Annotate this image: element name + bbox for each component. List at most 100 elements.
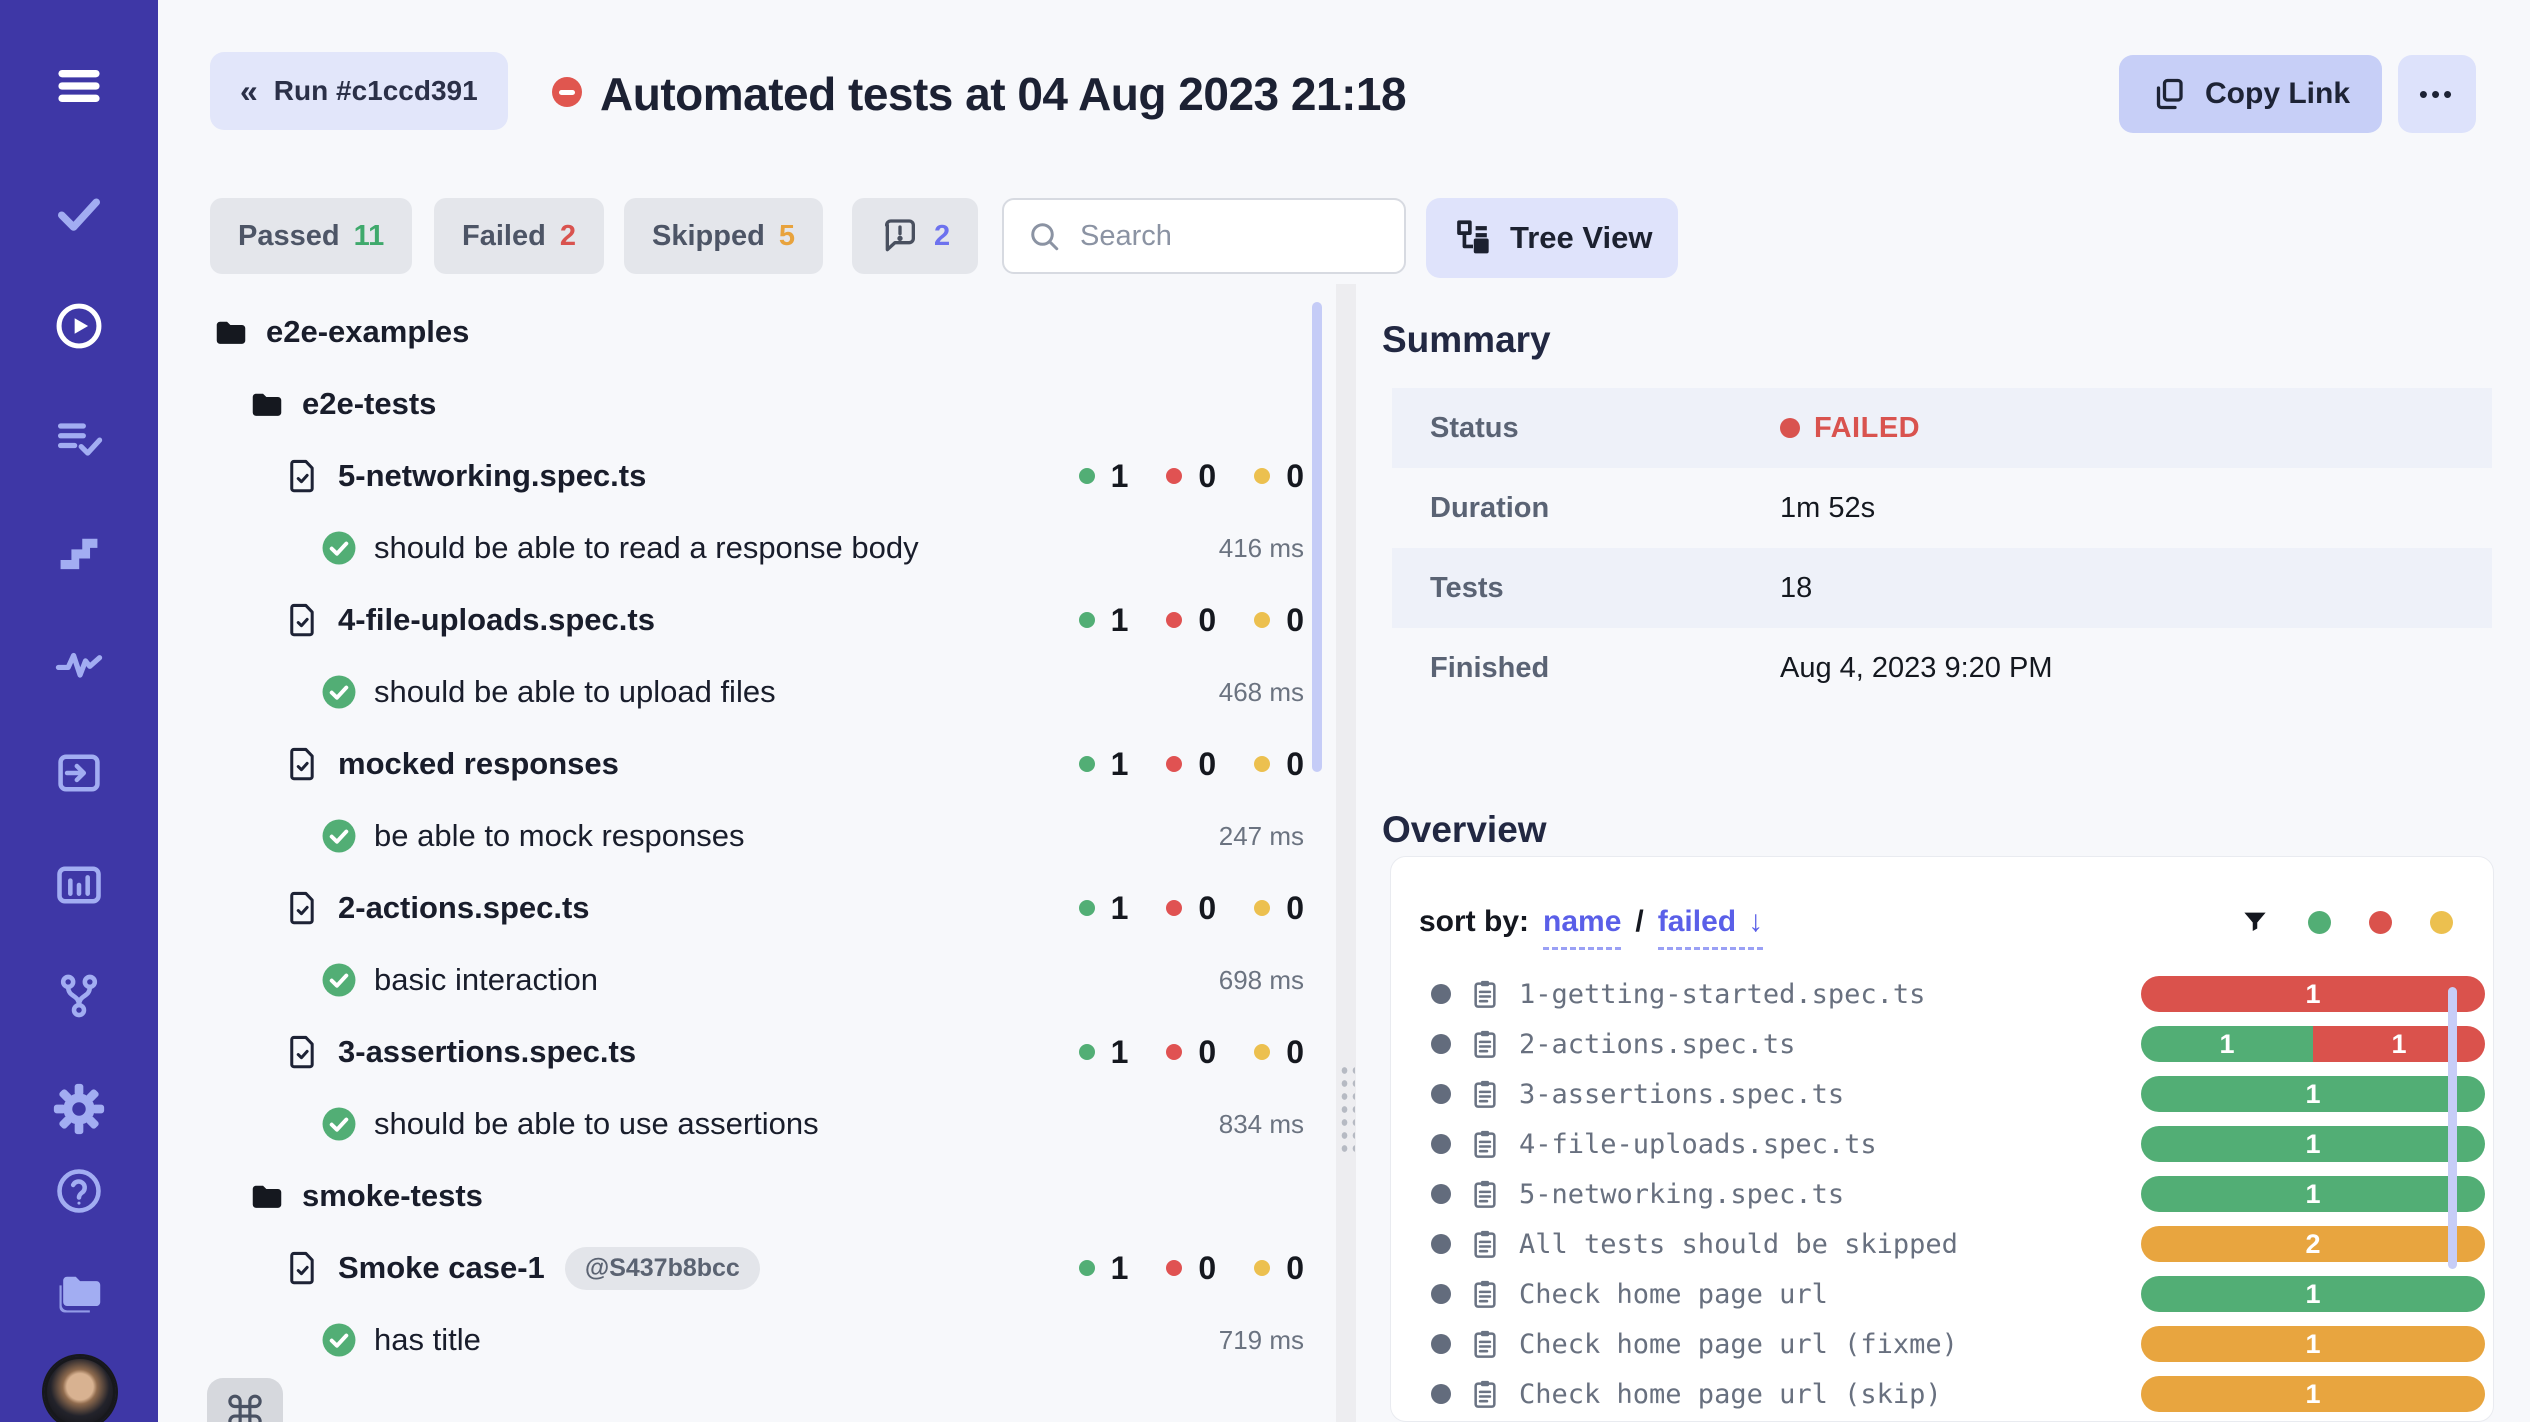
panel-resize-handle[interactable] (1338, 1062, 1355, 1154)
passed-count: 11 (354, 220, 385, 253)
more-actions-button[interactable]: ••• (2398, 55, 2476, 133)
tree-row-label: should be able to upload files (374, 674, 776, 710)
check-icon (53, 187, 105, 239)
tree-row-spec[interactable]: 5-networking.spec.ts 1 0 0 (212, 440, 1304, 512)
spec-bullet-dot (1431, 1234, 1451, 1254)
tree-row-test[interactable]: be able to mock responses247 ms (212, 800, 1304, 872)
copy-icon (2151, 76, 2187, 112)
overview-scrollbar[interactable] (2448, 987, 2457, 1269)
result-counts: 1 0 0 (1079, 746, 1304, 783)
summary-row: Tests18 (1392, 548, 2492, 628)
sidebar-item-check-icon[interactable] (51, 185, 107, 241)
spec-name: All tests should be skipped (1519, 1229, 1958, 1260)
result-counts: 1 0 0 (1079, 602, 1304, 639)
chevrons-left-icon: « (240, 75, 258, 107)
summary-heading: Summary (1382, 319, 1551, 361)
tree-row-test[interactable]: has title719 ms (212, 1304, 1304, 1376)
gear-icon (53, 1083, 105, 1135)
overview-card: sort by: name / failed↓ 1-getting-starte… (1390, 856, 2494, 1422)
filter-comments-chip[interactable]: 2 (852, 198, 978, 274)
overview-row[interactable]: 1-getting-started.spec.ts1 (1431, 969, 2453, 1019)
overview-row[interactable]: Check home page url (skip)1 (1431, 1369, 2453, 1419)
sidebar-item-bar-chart-icon[interactable] (51, 857, 107, 913)
sidebar (0, 0, 158, 1422)
sidebar-item-import-icon[interactable] (51, 745, 107, 801)
overview-row[interactable]: All tests should be skipped2 (1431, 1219, 2453, 1269)
overview-row[interactable]: 4-file-uploads.spec.ts1 (1431, 1119, 2453, 1169)
tree-row-spec[interactable]: 4-file-uploads.spec.ts 1 0 0 (212, 584, 1304, 656)
clipboard-icon (1469, 1028, 1501, 1060)
keyboard-shortcuts-button[interactable]: ⌘ (207, 1378, 283, 1422)
tree-row-test[interactable]: should be able to use assertions834 ms (212, 1088, 1304, 1160)
sidebar-item-activity-icon[interactable] (51, 634, 107, 690)
passed-check-icon (320, 1105, 358, 1143)
overview-row[interactable]: 2-actions.spec.ts11 (1431, 1019, 2453, 1069)
sort-separator: / (1635, 905, 1643, 939)
sort-by-failed-link[interactable]: failed↓ (1658, 905, 1763, 950)
sort-by-name-link[interactable]: name (1543, 905, 1621, 950)
sidebar-item-menu-icon[interactable] (51, 58, 107, 114)
passed-check-icon (320, 817, 358, 855)
tree-row-test[interactable]: should be able to upload files468 ms (212, 656, 1304, 728)
sidebar-item-help-icon[interactable] (51, 1163, 107, 1219)
tree-row-spec[interactable]: 3-assertions.spec.ts 1 0 0 (212, 1016, 1304, 1088)
results-bar-segment-orange: 2 (2141, 1226, 2485, 1262)
tree-row-label: Smoke case-1 (338, 1250, 545, 1286)
search-input[interactable] (1078, 219, 1382, 254)
skipped-dot (1254, 612, 1270, 628)
clipboard-icon (1469, 1228, 1501, 1260)
tree-row-label: e2e-tests (302, 386, 436, 422)
tree-row-folder[interactable]: e2e-tests (212, 368, 1304, 440)
sidebar-item-play-circle-icon[interactable] (51, 298, 107, 354)
sort-desc-arrow-icon: ↓ (1748, 905, 1763, 938)
summary-row: FinishedAug 4, 2023 9:20 PM (1392, 628, 2492, 708)
tree-row-spec[interactable]: 2-actions.spec.ts 1 0 0 (212, 872, 1304, 944)
results-bar-segment-orange: 1 (2141, 1326, 2485, 1362)
help-icon (53, 1165, 105, 1217)
spec-file-icon (284, 889, 322, 927)
summary-row: Duration1m 52s (1392, 468, 2492, 548)
user-avatar[interactable] (44, 1356, 116, 1422)
sidebar-item-list-check-icon[interactable] (51, 411, 107, 467)
tree-view-button[interactable]: Tree View (1426, 198, 1678, 278)
filter-passed-chip[interactable]: Passed 11 (210, 198, 412, 274)
summary-table: StatusFAILEDDuration1m 52sTests18Finishe… (1392, 388, 2492, 708)
filter-green-dot[interactable] (2308, 911, 2331, 934)
copy-link-button[interactable]: Copy Link (2119, 55, 2382, 133)
sidebar-item-steps-icon[interactable] (51, 524, 107, 580)
passed-dot (1079, 612, 1095, 628)
results-bar-segment-green: 1 (2141, 1126, 2485, 1162)
filter-skipped-chip[interactable]: Skipped 5 (624, 198, 823, 274)
tree-row-test[interactable]: should be able to read a response body41… (212, 512, 1304, 584)
failed-dot (1166, 756, 1182, 772)
sidebar-item-folder-icon[interactable] (51, 1265, 107, 1321)
tree-row-label: has title (374, 1322, 481, 1358)
filter-yellow-dot[interactable] (2430, 911, 2453, 934)
sidebar-item-gear-icon[interactable] (51, 1081, 107, 1137)
clipboard-icon (1469, 1278, 1501, 1310)
sidebar-item-git-branch-icon[interactable] (51, 968, 107, 1024)
test-duration: 416 ms (1219, 533, 1304, 564)
back-to-run-button[interactable]: « Run #c1ccd391 (210, 52, 508, 130)
tree-row-spec[interactable]: mocked responses 1 0 0 (212, 728, 1304, 800)
tree-scrollbar[interactable] (1312, 302, 1322, 772)
overview-row[interactable]: 5-networking.spec.ts1 (1431, 1169, 2453, 1219)
bar-chart-icon (53, 859, 105, 911)
filter-red-dot[interactable] (2369, 911, 2392, 934)
steps-icon (53, 526, 105, 578)
tree-row-folder[interactable]: e2e-examples (212, 296, 1304, 368)
spec-bullet-dot (1431, 984, 1451, 1004)
result-counts: 1 0 0 (1079, 890, 1304, 927)
test-duration: 834 ms (1219, 1109, 1304, 1140)
tree-row-test[interactable]: basic interaction698 ms (212, 944, 1304, 1016)
tree-row-folder[interactable]: smoke-tests (212, 1160, 1304, 1232)
overview-row[interactable]: Check home page url1 (1431, 1269, 2453, 1319)
overview-row[interactable]: 3-assertions.spec.ts1 (1431, 1069, 2453, 1119)
tree-row-spec[interactable]: Smoke case-1@S437b8bcc 1 0 0 (212, 1232, 1304, 1304)
overview-row[interactable]: Check home page url (fixme)1 (1431, 1319, 2453, 1369)
filter-failed-chip[interactable]: Failed 2 (434, 198, 604, 274)
summary-label: Status (1392, 412, 1780, 445)
import-icon (53, 747, 105, 799)
filter-funnel-icon[interactable] (2240, 907, 2270, 937)
results-bar: 1 (2141, 1376, 2485, 1412)
